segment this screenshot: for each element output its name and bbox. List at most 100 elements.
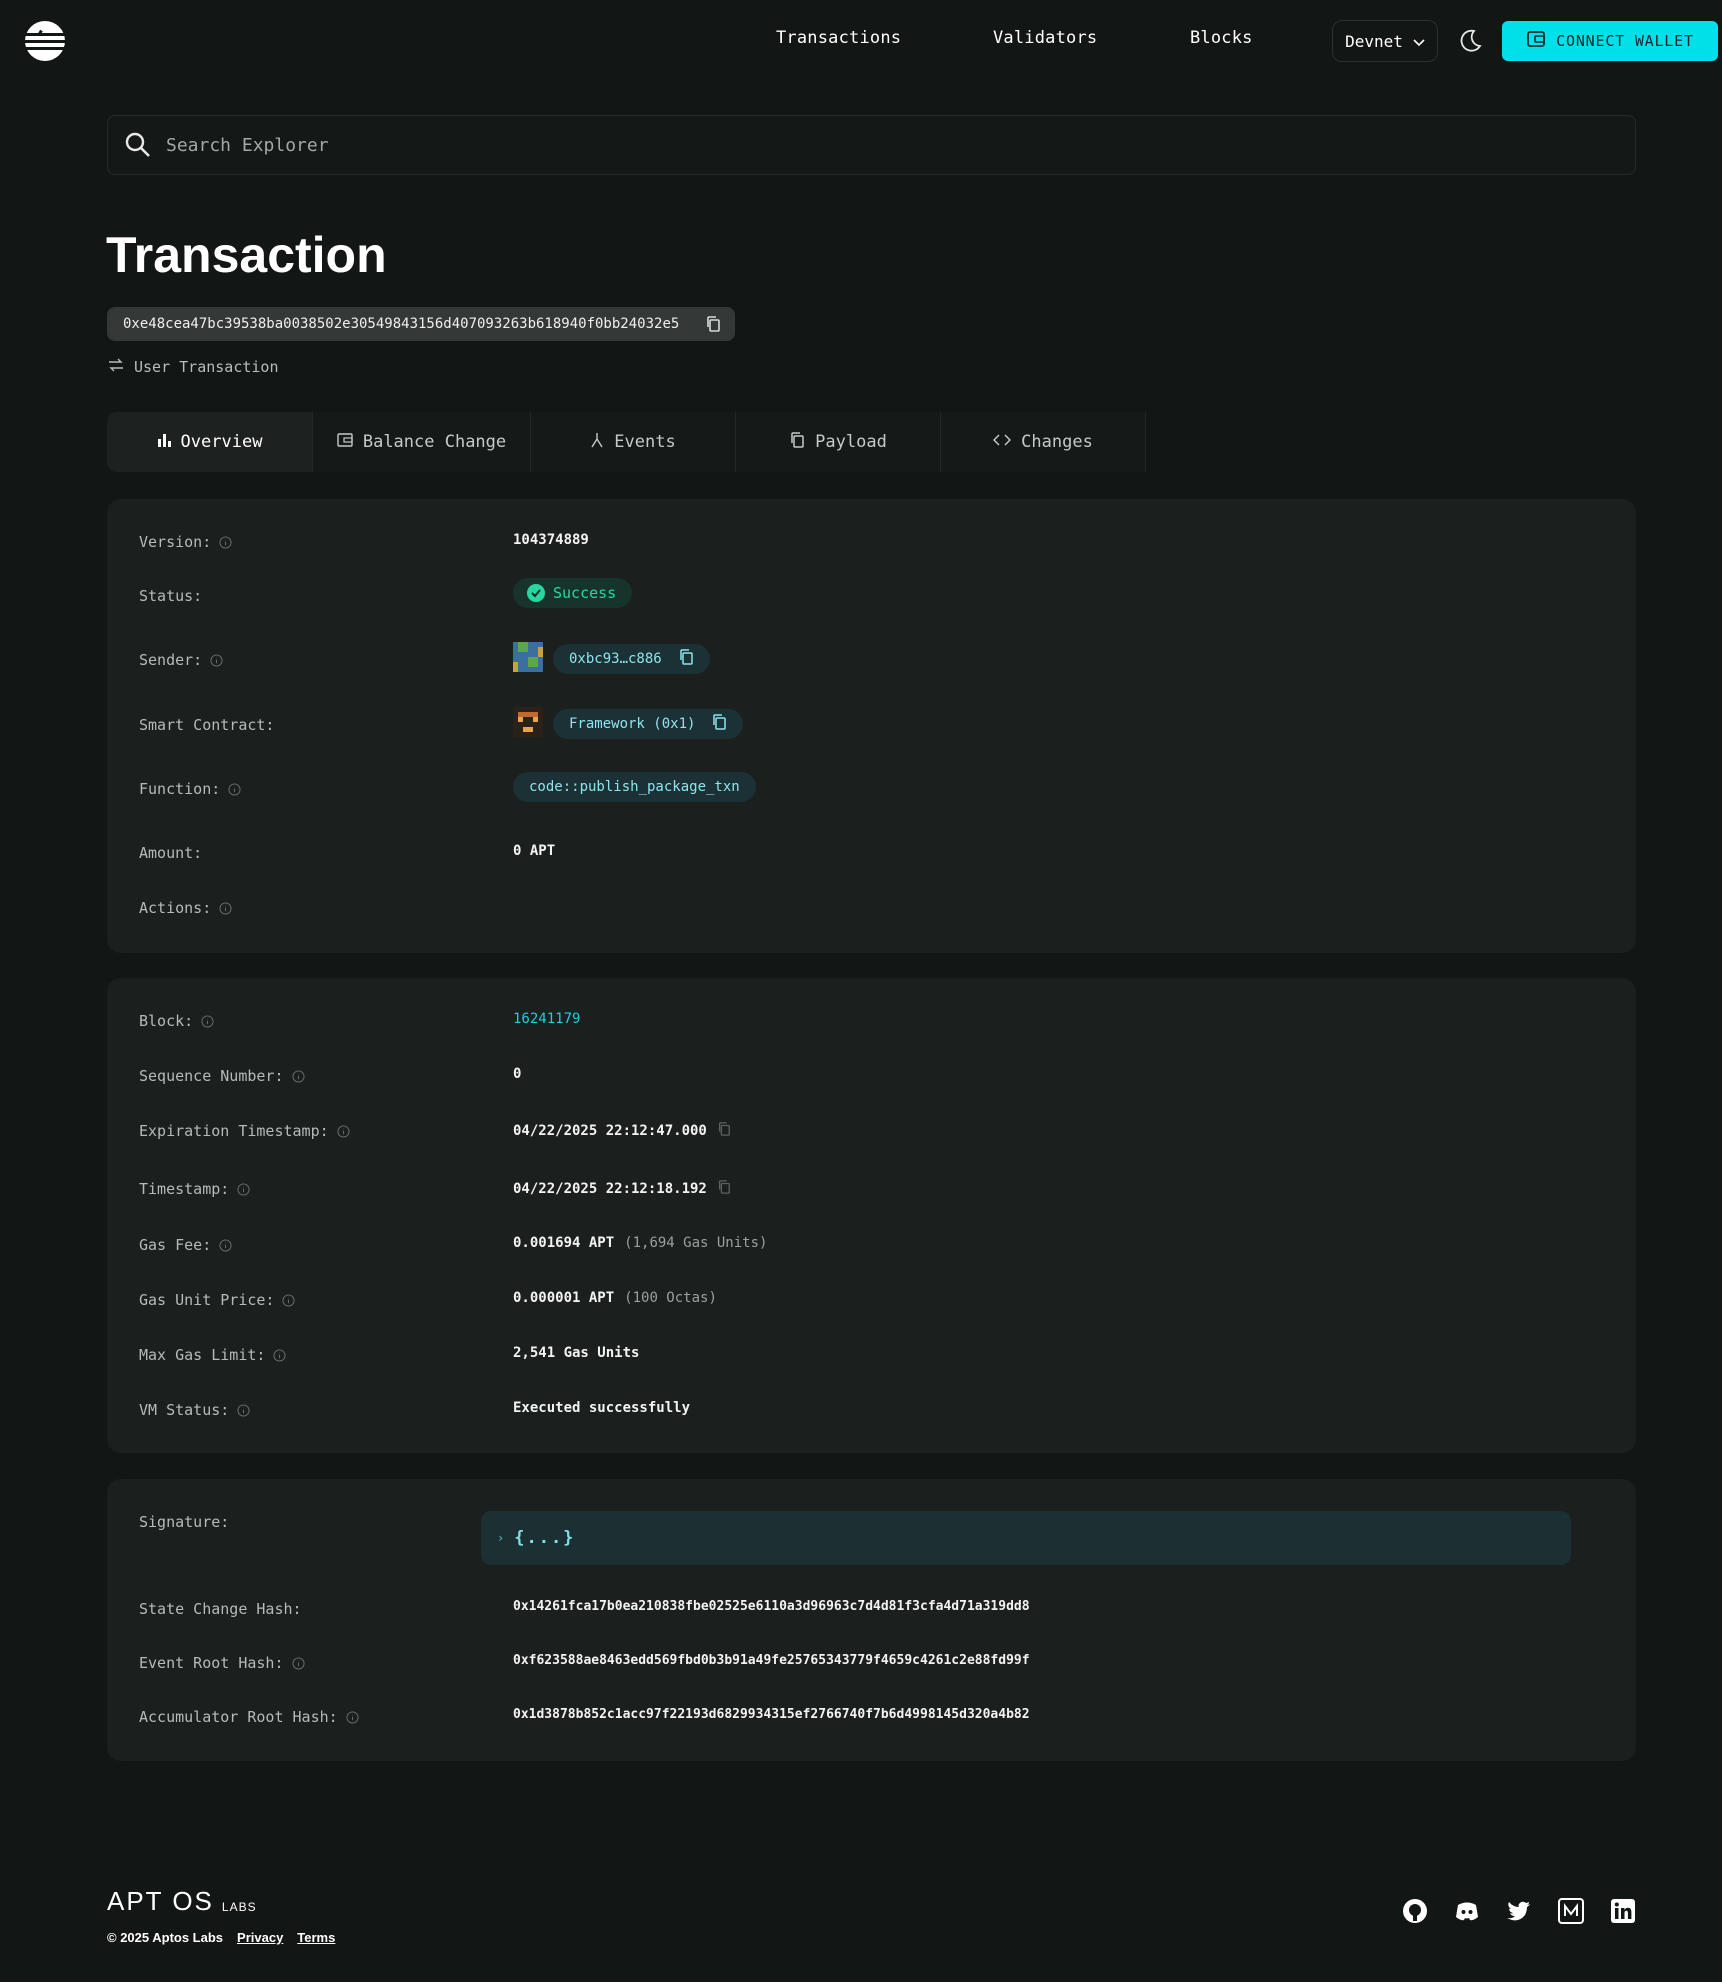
version-label-wrap: Version: (139, 533, 232, 551)
wallet-icon (1526, 29, 1546, 53)
tab-balance-change-label: Balance Change (362, 432, 507, 452)
amount-value: 0 APT (513, 843, 556, 859)
network-select[interactable]: Devnet (1332, 20, 1438, 62)
tab-events-label: Events (614, 432, 676, 452)
aptos-logo-icon[interactable] (24, 20, 66, 62)
status-label: Status: (139, 587, 203, 605)
network-label: Devnet (1345, 31, 1403, 51)
transaction-hash-text: 0xe48cea47bc39538ba0038502e30549843156d4… (123, 316, 680, 332)
info-icon[interactable] (291, 1656, 305, 1670)
info-icon[interactable] (282, 1293, 296, 1307)
signature-label: Signature: (139, 1513, 230, 1531)
search-bar (107, 115, 1636, 175)
info-icon[interactable] (346, 1710, 359, 1724)
info-icon[interactable] (219, 901, 232, 915)
info-icon[interactable] (237, 1403, 250, 1417)
overview-card: Version: 104374889 Status: Success Sende… (107, 499, 1636, 953)
version-value: 104374889 (513, 532, 589, 548)
linkedin-icon[interactable] (1610, 1898, 1636, 1924)
max-gas-label: Max Gas Limit: (139, 1346, 266, 1364)
timestamp-label: Timestamp: (139, 1180, 230, 1198)
page-title: Transaction (106, 227, 387, 283)
info-icon[interactable] (210, 653, 223, 667)
copy-icon[interactable] (678, 648, 694, 670)
info-icon[interactable] (291, 1069, 305, 1083)
copy-icon[interactable] (717, 1121, 731, 1141)
info-icon[interactable] (201, 1014, 214, 1028)
twitter-icon[interactable] (1506, 1898, 1532, 1924)
terms-link[interactable]: Terms (297, 1930, 335, 1945)
bar-chart-icon (157, 432, 171, 452)
state-change-hash-label: State Change Hash: (139, 1600, 302, 1618)
actions-label: Actions: (139, 899, 212, 917)
block-label: Block: (139, 1012, 194, 1030)
state-change-hash-value: 0x14261fca17b0ea210838fbe02525e6110a3d96… (513, 1599, 1030, 1614)
gas-fee-units: (1,694 Gas Units) (624, 1235, 768, 1251)
accumulator-root-hash-label: Accumulator Root Hash: (139, 1708, 338, 1726)
gas-price-value: 0.000001 APT (513, 1290, 615, 1306)
tab-overview[interactable]: Overview (107, 412, 313, 472)
sequence-label: Sequence Number: (139, 1067, 284, 1085)
contract-address-text: Framework (0x1) (569, 716, 696, 732)
github-icon[interactable] (1402, 1898, 1428, 1924)
status-text: Success (553, 584, 617, 602)
timestamp-value: 04/22/2025 22:12:18.192 (513, 1181, 707, 1197)
info-icon[interactable] (237, 1182, 250, 1196)
copy-icon[interactable] (705, 315, 721, 337)
medium-icon[interactable] (1558, 1898, 1584, 1924)
info-icon[interactable] (337, 1124, 350, 1138)
tab-payload[interactable]: Payload (736, 412, 941, 472)
sender-address[interactable]: 0xbc93…c886 (553, 644, 710, 674)
connect-wallet-button[interactable]: CONNECT WALLET (1502, 21, 1718, 61)
expiration-value: 04/22/2025 22:12:47.000 (513, 1123, 707, 1139)
info-icon[interactable] (273, 1348, 286, 1362)
gas-price-octas: (100 Octas) (624, 1290, 717, 1306)
hashes-card: Signature: › {...} State Change Hash: 0x… (107, 1479, 1636, 1761)
tab-changes-label: Changes (1021, 432, 1093, 452)
info-icon[interactable] (219, 535, 232, 549)
max-gas-value: 2,541 Gas Units (513, 1345, 640, 1361)
tab-balance-change[interactable]: Balance Change (313, 412, 531, 472)
expiration-label: Expiration Timestamp: (139, 1122, 329, 1140)
tab-events[interactable]: Events (531, 412, 736, 472)
sender-avatar (513, 642, 543, 676)
nav-transactions[interactable]: Transactions (776, 28, 901, 48)
version-label: Version: (139, 533, 212, 551)
footer-copyright: © 2025 Aptos Labs Privacy Terms (107, 1930, 335, 1945)
copy-icon[interactable] (711, 713, 727, 735)
footer-labs: LABS (221, 1900, 257, 1914)
gas-fee-value: 0.001694 APT (513, 1235, 615, 1251)
footer-logo[interactable]: APT OS LABS (107, 1886, 257, 1917)
payload-icon (789, 431, 805, 454)
event-root-hash-value: 0xf623588ae8463edd569fbd0b3b91a49fe25765… (513, 1653, 1030, 1668)
tab-changes[interactable]: Changes (941, 412, 1146, 472)
status-badge: Success (513, 578, 633, 608)
search-icon (125, 132, 150, 157)
tab-overview-label: Overview (180, 432, 263, 452)
footer-brand: APT OS (107, 1886, 214, 1916)
transaction-hash: 0xe48cea47bc39538ba0038502e30549843156d4… (107, 307, 735, 341)
info-icon[interactable] (219, 1238, 232, 1252)
transfer-icon (108, 358, 124, 376)
tab-payload-label: Payload (815, 432, 887, 452)
nav-validators[interactable]: Validators (993, 28, 1097, 48)
code-icon (993, 432, 1012, 452)
sequence-value: 0 (513, 1066, 522, 1082)
chevron-right-icon[interactable]: › (497, 1531, 504, 1545)
contract-address[interactable]: Framework (0x1) (553, 709, 744, 739)
accumulator-root-hash-value: 0x1d3878b852c1acc97f22193d6829934315ef27… (513, 1707, 1030, 1722)
function-label: Function: (139, 780, 221, 798)
block-link[interactable]: 16241179 (513, 1011, 580, 1027)
chevron-down-icon (1413, 32, 1425, 51)
discord-icon[interactable] (1454, 1898, 1480, 1924)
moon-icon[interactable] (1456, 27, 1484, 55)
search-input[interactable] (166, 134, 1566, 156)
privacy-link[interactable]: Privacy (237, 1930, 283, 1945)
event-root-hash-label: Event Root Hash: (139, 1654, 284, 1672)
nav-blocks[interactable]: Blocks (1190, 28, 1253, 48)
signature-json[interactable]: › {...} (481, 1511, 1571, 1565)
function-pill[interactable]: code::publish_package_txn (513, 772, 756, 802)
info-icon[interactable] (228, 782, 241, 796)
copy-icon[interactable] (717, 1179, 731, 1199)
connect-wallet-label: CONNECT WALLET (1556, 32, 1694, 50)
